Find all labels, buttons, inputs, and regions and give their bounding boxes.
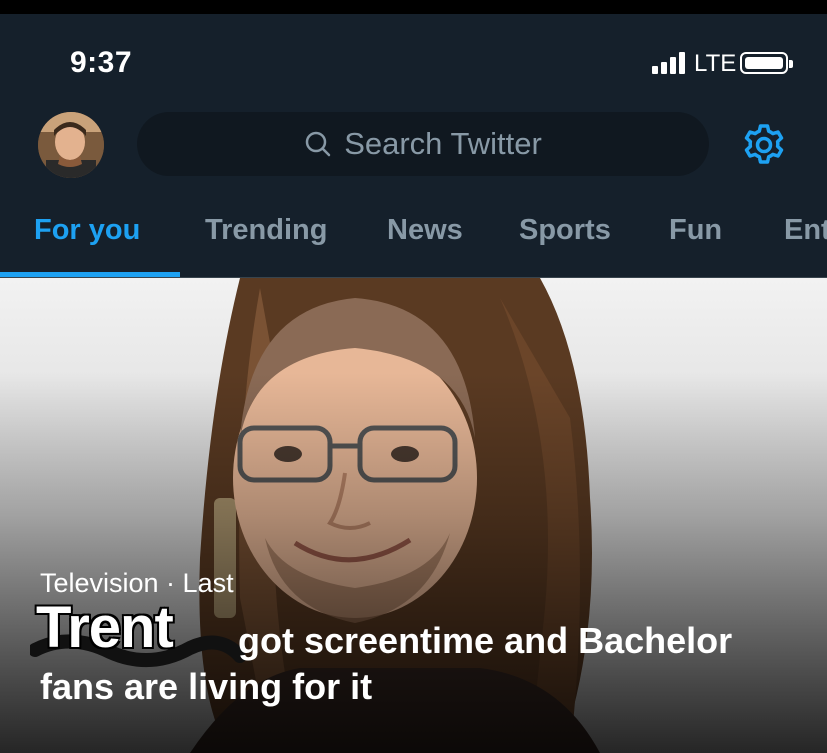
search-input[interactable]: Search Twitter [137,112,709,176]
avatar[interactable] [38,112,104,178]
search-icon [305,131,331,157]
tab-entertainment[interactable]: Ent [784,214,827,247]
active-tab-indicator [0,272,180,277]
tab-news[interactable]: News [387,214,463,247]
status-carrier: LTE [694,50,737,77]
screen-frame-top [0,0,827,14]
status-bar: 9:37 LTE [0,14,827,110]
tab-fun[interactable]: Fun [669,214,722,247]
tab-for-you[interactable]: For you [34,214,140,247]
app-header: Search Twitter [0,110,827,186]
tab-sports[interactable]: Sports [519,214,611,247]
gear-icon[interactable] [740,121,788,169]
status-time: 9:37 [70,46,133,79]
story-title: got screentime and Bachelor fans are liv… [40,620,733,707]
search-placeholder: Search Twitter [344,126,542,161]
signal-icon [652,52,690,74]
explore-tabs: For you Trending News Sports Fun Ent [0,186,827,278]
twitter-explore-screen: 9:37 LTE Search Twitter For you Trending… [0,14,827,753]
tab-trending[interactable]: Trending [205,214,327,247]
battery-icon [740,52,793,74]
hero-story-card[interactable]: Television · Last Trent got screentime a… [0,278,827,753]
